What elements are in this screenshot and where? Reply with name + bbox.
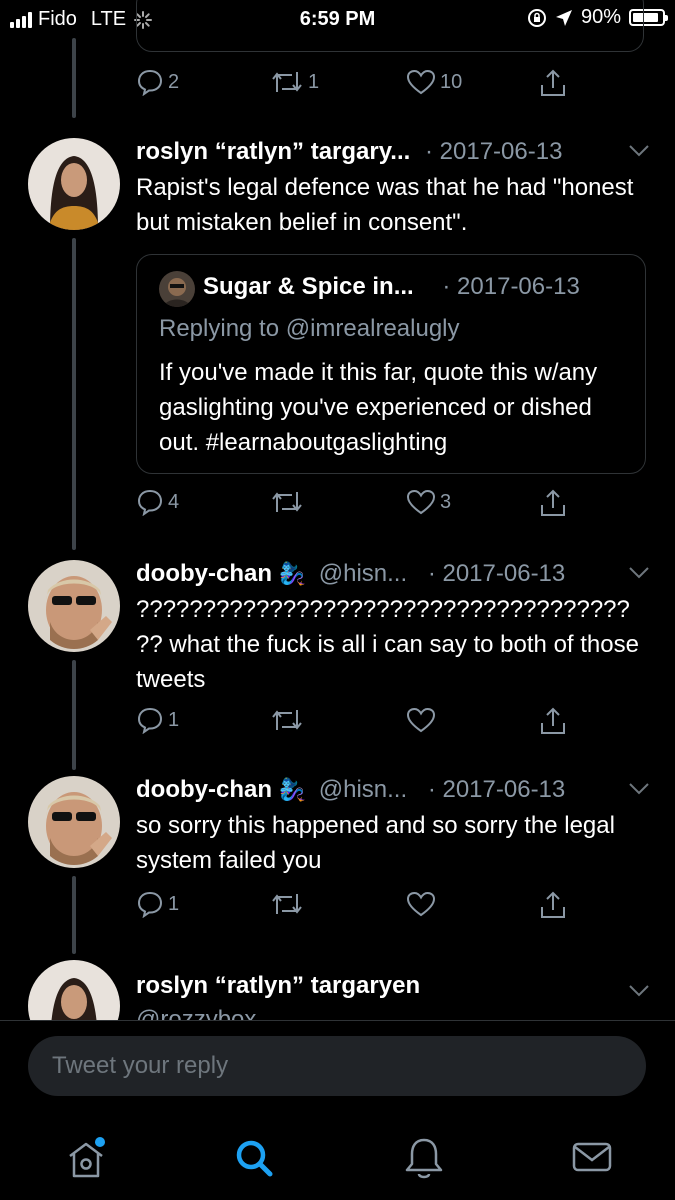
like-count: 3: [440, 490, 452, 513]
chevron-down-icon[interactable]: [628, 984, 650, 998]
like-count: 10: [440, 70, 463, 93]
heart-icon: [406, 489, 436, 515]
retweet-button[interactable]: 1: [270, 68, 319, 96]
home-icon: [69, 1137, 105, 1178]
tweet-4-clip: roslyn “ratlyn” targaryen @rozzybox: [0, 950, 675, 1020]
tab-notifications[interactable]: [402, 1136, 446, 1187]
share-button[interactable]: [538, 488, 568, 518]
display-name[interactable]: roslyn “ratlyn” targaryen: [136, 972, 420, 999]
genie-emoji: 🧞‍♀️: [278, 561, 307, 586]
tab-home[interactable]: [64, 1136, 112, 1189]
reply-icon: [137, 707, 163, 734]
retweet-icon: [272, 710, 302, 730]
like-button[interactable]: 10: [406, 68, 462, 96]
chevron-down-icon[interactable]: [628, 566, 650, 580]
reply-button[interactable]: 1: [136, 890, 179, 918]
tab-bar: [0, 1118, 675, 1200]
notifications-bell-icon: [405, 1138, 443, 1179]
heart-icon: [406, 707, 436, 733]
divider: [0, 1020, 675, 1021]
quote-replying-to: Replying to @imrealrealugly: [159, 315, 460, 342]
retweet-icon: [272, 492, 302, 512]
chevron-down-icon[interactable]: [628, 144, 650, 158]
thread-line: [72, 238, 76, 550]
reply-button[interactable]: 4: [136, 488, 179, 516]
user-handle: @hisn...: [318, 776, 408, 803]
tweet-actions: 4 3: [136, 488, 576, 522]
avatar[interactable]: [28, 776, 120, 868]
tweet-actions: 1: [136, 890, 576, 924]
reply-button[interactable]: 2: [136, 68, 179, 96]
tweet-date: · 2017-06-13: [427, 560, 566, 587]
tweet-date: · 2017-06-13: [424, 138, 563, 165]
like-button[interactable]: 3: [406, 488, 451, 516]
tweet-date: · 2017-06-13: [427, 776, 566, 803]
reply-count: 1: [168, 892, 180, 915]
thread-line: [72, 38, 76, 118]
heart-icon: [406, 891, 436, 917]
thread-line: [72, 876, 76, 954]
share-button[interactable]: [538, 890, 568, 920]
tweet-actions: 1: [136, 706, 576, 740]
previous-tweet-actions: 2 1 10: [136, 68, 576, 102]
retweet-count: 1: [308, 70, 320, 93]
avatar[interactable]: [28, 138, 120, 230]
reply-icon: [137, 891, 163, 918]
reply-placeholder: Tweet your reply: [52, 1052, 229, 1079]
tweet-header: roslyn “ratlyn” targary... · 2017-06-13: [136, 138, 562, 166]
messages-envelope-icon: [572, 1142, 612, 1172]
reply-count: 2: [168, 70, 180, 93]
retweet-button[interactable]: [270, 706, 304, 734]
avatar[interactable]: [28, 960, 120, 1020]
quote-header: Sugar & Spice in... · 2017-06-13: [203, 273, 580, 301]
display-name[interactable]: dooby-chan: [136, 776, 272, 803]
quote-text: If you've made it this far, quote this w…: [159, 359, 598, 456]
share-icon: [541, 489, 565, 516]
tweet-text: ????????????????????????????????????? ??…: [136, 596, 639, 693]
like-button[interactable]: [406, 706, 436, 734]
share-button[interactable]: [538, 68, 568, 98]
reply-button[interactable]: 1: [136, 706, 179, 734]
tweet-header: dooby-chan 🧞‍♀️ @hisn... · 2017-06-13: [136, 560, 565, 588]
reply-input[interactable]: Tweet your reply: [28, 1036, 646, 1096]
like-button[interactable]: [406, 890, 436, 918]
tab-messages[interactable]: [570, 1136, 614, 1185]
user-handle: @hisn...: [318, 560, 408, 587]
tweet-header: roslyn “ratlyn” targaryen: [136, 972, 420, 1000]
tab-search[interactable]: [232, 1136, 278, 1187]
user-handle: @rozzybox: [136, 1006, 257, 1020]
share-button[interactable]: [538, 706, 568, 736]
quote-tweet-card[interactable]: Sugar & Spice in... · 2017-06-13 Replyin…: [136, 254, 646, 474]
quote-display-name: Sugar & Spice in...: [203, 273, 414, 300]
tweet-header: dooby-chan 🧞‍♀️ @hisn... · 2017-06-13: [136, 776, 565, 804]
thread-line: [72, 660, 76, 770]
search-icon: [236, 1140, 273, 1177]
reply-icon: [137, 489, 163, 516]
quote-avatar: [159, 271, 195, 307]
retweet-icon: [272, 72, 302, 92]
tweet-text: Rapist's legal defence was that he had "…: [136, 174, 634, 236]
chevron-down-icon[interactable]: [628, 782, 650, 796]
quote-date: · 2017-06-13: [442, 273, 580, 300]
display-name[interactable]: dooby-chan: [136, 560, 272, 587]
reply-count: 1: [168, 708, 180, 731]
share-icon: [541, 891, 565, 918]
avatar[interactable]: [28, 560, 120, 652]
reply-icon: [137, 69, 163, 96]
display-name[interactable]: roslyn “ratlyn” targary...: [136, 138, 410, 165]
heart-icon: [406, 69, 436, 95]
previous-quote-card[interactable]: [136, 0, 644, 52]
retweet-icon: [272, 894, 302, 914]
share-icon: [541, 707, 565, 734]
reply-count: 4: [168, 490, 180, 513]
genie-emoji: 🧞‍♀️: [278, 777, 307, 802]
retweet-button[interactable]: [270, 890, 304, 918]
share-icon: [541, 69, 565, 96]
retweet-button[interactable]: [270, 488, 308, 516]
tweet-text: so sorry this happened and so sorry the …: [136, 812, 615, 874]
